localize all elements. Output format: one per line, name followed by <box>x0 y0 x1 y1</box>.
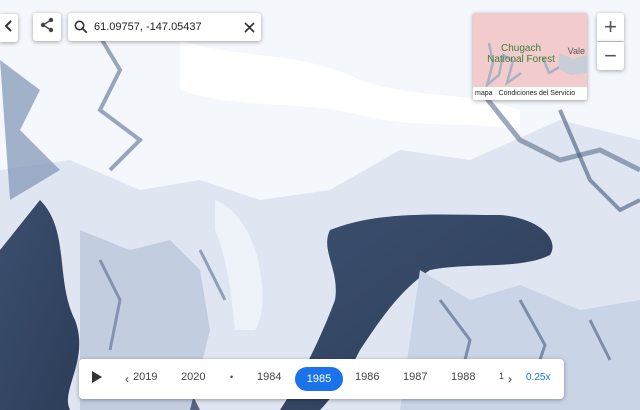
play-button[interactable] <box>87 369 107 389</box>
minimap-place-label: Chugach National Forest <box>473 43 569 65</box>
zoom-in-button[interactable]: + <box>597 13 624 41</box>
share-icon <box>39 17 55 38</box>
year-item[interactable]: 1988 <box>451 371 475 383</box>
chevron-left-icon <box>4 19 13 37</box>
year-item[interactable]: 1984 <box>257 371 281 383</box>
search-input[interactable]: 61.09757, -147.05437 <box>94 21 237 33</box>
minimap-edge-label: Vale <box>567 46 585 56</box>
year-item[interactable]: 1987 <box>403 371 427 383</box>
minimap-footer: mapa Condiciones del Servicio <box>473 87 587 100</box>
year-item[interactable]: 2019 <box>133 371 157 383</box>
play-icon <box>90 370 104 389</box>
year-separator: • <box>230 372 234 382</box>
playback-speed[interactable]: 0.25x <box>526 372 550 383</box>
share-button[interactable] <box>33 13 61 41</box>
minimap-place-line2: National Forest <box>487 54 555 65</box>
search-icon[interactable] <box>68 20 94 34</box>
search-box[interactable]: 61.09757, -147.05437 <box>68 13 261 41</box>
year-item[interactable]: 1986 <box>355 371 379 383</box>
chevron-left-icon: ‹ <box>125 372 129 386</box>
timeline-next-button[interactable]: › <box>504 370 516 388</box>
close-icon[interactable] <box>237 21 261 33</box>
minimap-map-link[interactable]: mapa <box>475 90 493 97</box>
minimap[interactable]: Chugach National Forest Vale mapa Condic… <box>473 13 587 100</box>
timelapse-bar: ‹ 2019 2020 • 1984 1985 1986 1987 1988 1… <box>79 359 564 399</box>
year-item[interactable]: 2020 <box>181 371 205 383</box>
year-item-selected[interactable]: 1985 <box>295 367 343 391</box>
timeline-prev-button[interactable]: ‹ <box>121 370 133 388</box>
collapse-panel-button[interactable] <box>0 14 18 42</box>
chevron-right-icon: › <box>508 372 512 386</box>
zoom-out-button[interactable]: − <box>597 42 624 70</box>
minimap-place-line1: Chugach <box>500 43 542 54</box>
minimap-terms-link[interactable]: Condiciones del Servicio <box>499 90 576 97</box>
